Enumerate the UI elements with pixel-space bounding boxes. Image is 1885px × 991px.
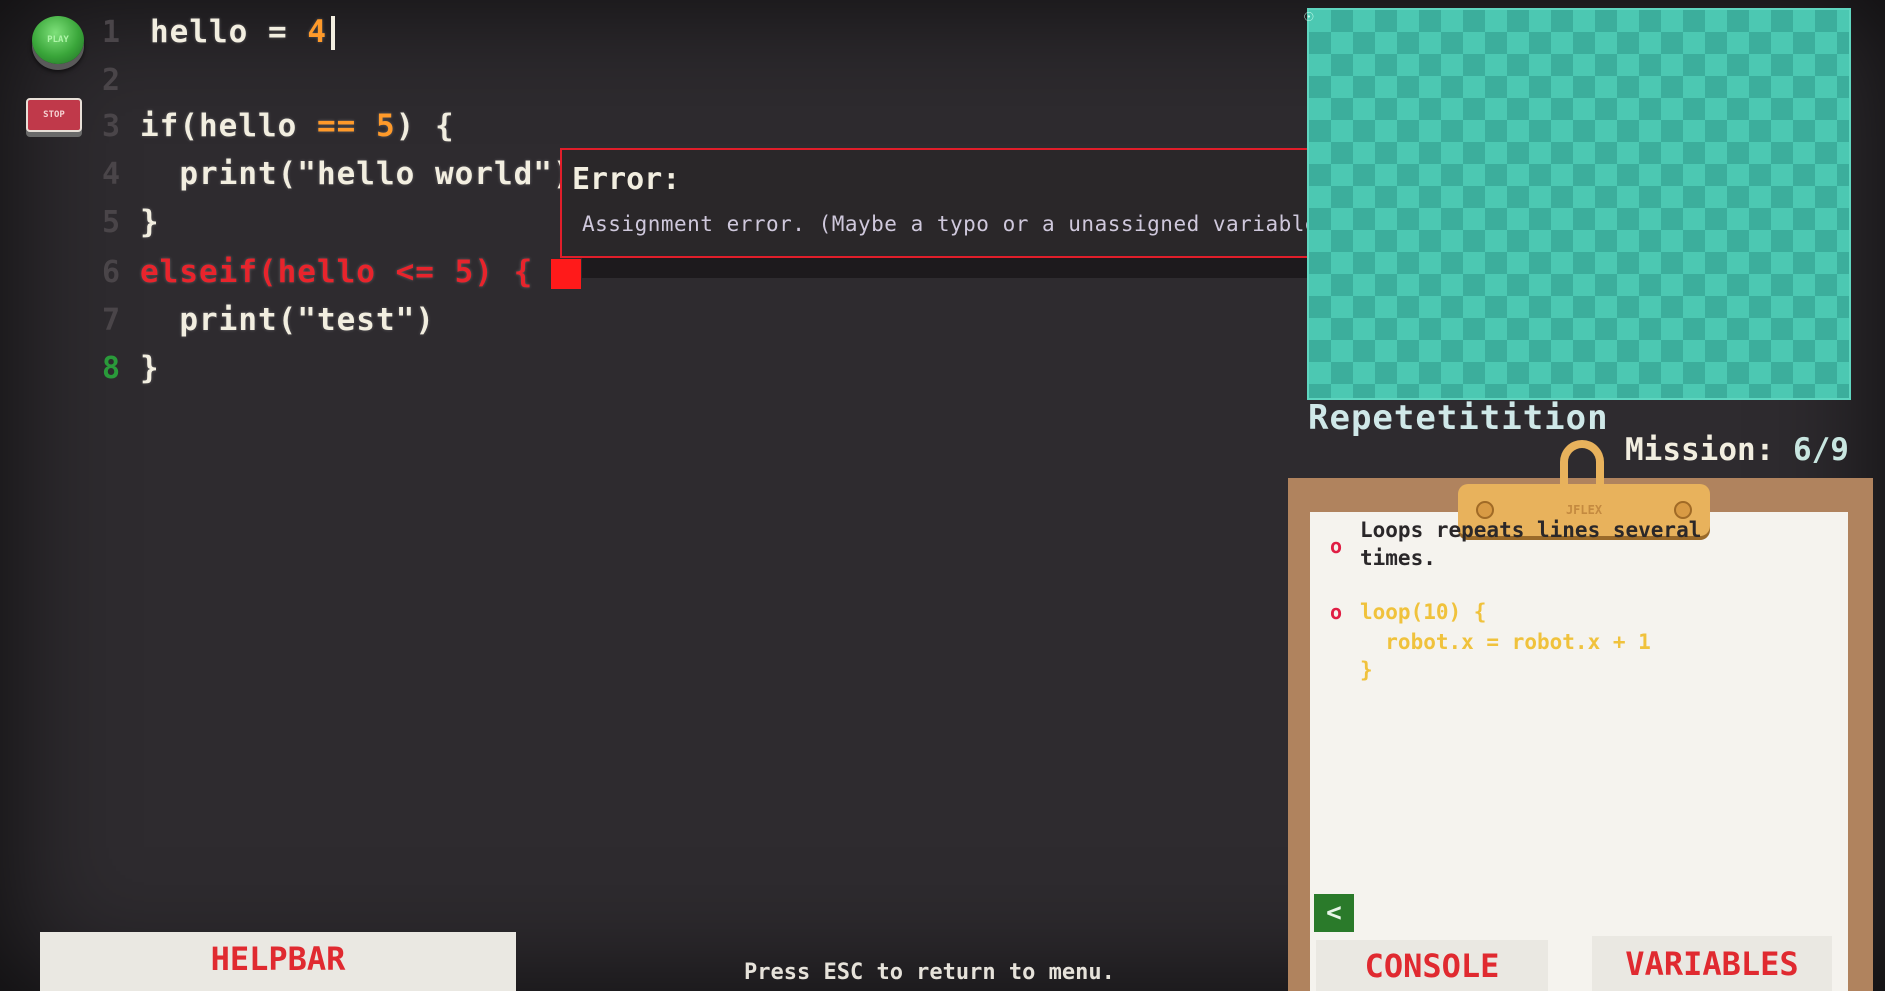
code-line-3[interactable]: 3 if(hello == 5) { xyxy=(70,104,455,148)
mission-label: Mission: xyxy=(1625,432,1775,468)
example-code-line: loop(10) { xyxy=(1360,600,1487,624)
game-screen: PLAY STOP 1 hello = 4 2 3 if(hello == 5)… xyxy=(0,0,1885,991)
helpbar-button[interactable]: HELPBAR xyxy=(40,932,516,991)
clip-brand: JFLEX xyxy=(1565,503,1603,517)
stop-label: STOP xyxy=(43,110,65,120)
line-number: 7 xyxy=(101,302,120,338)
example-code-line: robot.x = robot.x + 1 xyxy=(1360,630,1651,654)
tab-variables-label: VARIABLES xyxy=(1625,944,1799,983)
code-text-error: elseif(hello <= 5) { xyxy=(140,254,582,290)
chevron-left-icon: < xyxy=(1326,898,1342,928)
helpbar-label: HELPBAR xyxy=(210,940,346,978)
tab-console-label: CONSOLE xyxy=(1364,946,1500,985)
line-number: 1 xyxy=(101,14,120,50)
text-cursor xyxy=(330,16,335,51)
code-line-1[interactable]: 1 hello = 4 xyxy=(70,10,335,54)
error-title: Error: xyxy=(572,162,681,197)
code-line-2[interactable]: 2 xyxy=(70,58,140,102)
code-line-8[interactable]: 8 } xyxy=(70,346,160,390)
game-preview xyxy=(1307,8,1851,400)
line-number: 2 xyxy=(101,62,120,98)
play-label: PLAY xyxy=(47,35,69,45)
code-line-4[interactable]: 4 print("hello world") xyxy=(70,152,573,196)
error-marker xyxy=(551,258,582,289)
robot-icon: ☉ xyxy=(1304,6,1314,25)
code-text: } xyxy=(140,204,160,240)
help-text-line: times. xyxy=(1360,546,1436,570)
footer-hint: Press ESC to return to menu. xyxy=(744,960,1115,985)
mission-counter: Mission: 6/9 xyxy=(1625,432,1849,468)
back-button[interactable]: < xyxy=(1314,894,1354,932)
code-text: } xyxy=(140,350,160,386)
clipboard-paper xyxy=(1310,512,1848,991)
error-popup: Error: Assignment error. (Maybe a typo o… xyxy=(560,148,1428,258)
help-text: Loops repeats lines several times. xyxy=(1360,518,1830,572)
code-text: print("test") xyxy=(140,302,435,338)
tab-variables[interactable]: VARIABLES xyxy=(1592,936,1832,991)
mission-value: 6/9 xyxy=(1792,432,1849,468)
level-title: Repetetitition xyxy=(1308,398,1609,438)
line-number: 4 xyxy=(101,156,120,192)
line-number: 5 xyxy=(101,204,120,240)
error-message: Assignment error. (Maybe a typo or a una… xyxy=(582,212,1345,236)
clip-ring-icon xyxy=(1560,440,1604,484)
line-number: 8 xyxy=(101,350,120,386)
tab-console[interactable]: CONSOLE xyxy=(1316,940,1548,991)
example-code-line: } xyxy=(1360,658,1373,682)
code-line-7[interactable]: 7 print("test") xyxy=(70,298,435,342)
code-line-6[interactable]: 6 elseif(hello <= 5) { xyxy=(70,250,582,294)
code-line-5[interactable]: 5 } xyxy=(70,200,160,244)
line-number: 3 xyxy=(101,108,120,144)
line-number: 6 xyxy=(101,254,120,290)
help-text-line: Loops repeats lines several xyxy=(1360,518,1702,542)
bullet-icon: o xyxy=(1330,534,1343,558)
code-text: print("hello world") xyxy=(140,156,573,192)
code-text: hello = 4 xyxy=(150,14,335,51)
code-text: if(hello == 5) { xyxy=(140,108,455,144)
bullet-icon: o xyxy=(1330,600,1343,624)
